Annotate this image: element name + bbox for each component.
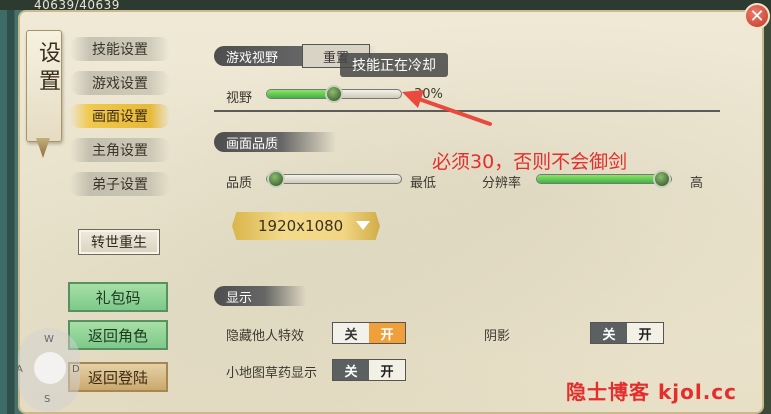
- back-to-login-button[interactable]: 返回登陆: [68, 362, 168, 392]
- resolution-value: 1920x1080: [258, 217, 344, 235]
- quality-slider[interactable]: [266, 170, 402, 188]
- nav-label: 弟子设置: [92, 177, 148, 193]
- joystick-key-w: W: [44, 334, 54, 345]
- toggle-off[interactable]: 关: [333, 323, 369, 343]
- cooldown-toast: 技能正在冷却: [340, 53, 448, 77]
- resolution-slider[interactable]: [536, 170, 672, 188]
- quality-slider-thumb[interactable]: [267, 170, 285, 188]
- annotation-arrow-icon: [402, 90, 492, 126]
- resolution-slider-thumb[interactable]: [653, 170, 671, 188]
- hide-effects-label: 隐藏他人特效: [226, 329, 305, 344]
- section-display: 显示: [214, 286, 306, 306]
- view-slider[interactable]: [266, 85, 402, 103]
- joystick-key-a: A: [16, 364, 23, 375]
- toggle-on[interactable]: 开: [627, 323, 663, 343]
- back-to-role-button[interactable]: 返回角色: [68, 320, 168, 350]
- resolution-dropdown[interactable]: 1920x1080: [232, 212, 380, 240]
- nav-label: 技能设置: [92, 42, 148, 58]
- section-title: 游戏视野: [226, 50, 279, 66]
- toggle-on[interactable]: 开: [369, 360, 405, 380]
- gift-code-button[interactable]: 礼包码: [68, 282, 168, 312]
- quality-min-label: 最低: [410, 176, 437, 191]
- section-quality: 画面品质: [214, 132, 336, 152]
- dropdown-arrow-icon: [356, 221, 370, 230]
- view-label: 视野: [226, 91, 253, 106]
- page-title: 设置: [35, 41, 60, 97]
- rebirth-button[interactable]: 转世重生: [78, 229, 160, 255]
- resolution-slider-fill: [537, 175, 662, 183]
- hide-effects-toggle[interactable]: 关 开: [332, 322, 406, 344]
- minimap-herb-label: 小地图草药显示: [226, 366, 318, 381]
- shadow-toggle[interactable]: 关 开: [590, 322, 664, 344]
- joystick-knob[interactable]: [34, 352, 66, 384]
- watermark: 隐士博客 kjol.cc: [566, 380, 738, 404]
- nav-item-skill-settings[interactable]: 技能设置: [70, 37, 170, 61]
- annotation-text: 必须30，否则不会御剑: [432, 151, 628, 173]
- quality-label: 品质: [226, 176, 253, 191]
- toggle-on[interactable]: 开: [369, 323, 405, 343]
- close-button[interactable]: ✕: [744, 3, 770, 29]
- shadow-label: 阴影: [484, 329, 511, 344]
- close-icon[interactable]: ✕: [749, 6, 764, 27]
- joystick-key-d: D: [72, 364, 80, 375]
- nav-item-game-settings[interactable]: 游戏设置: [70, 71, 170, 95]
- joystick-key-s: S: [44, 394, 51, 405]
- resolution-max-label: 高: [690, 176, 704, 191]
- toggle-off[interactable]: 关: [591, 323, 627, 343]
- toggle-off[interactable]: 关: [333, 360, 369, 380]
- view-slider-thumb[interactable]: [325, 85, 343, 103]
- nav-item-display-settings[interactable]: 画面设置: [70, 104, 170, 128]
- title-scroll: 设置: [26, 30, 62, 142]
- nav-item-hero-settings[interactable]: 主角设置: [70, 138, 170, 162]
- minimap-herb-toggle[interactable]: 关 开: [332, 359, 406, 381]
- nav-label: 画面设置: [92, 109, 148, 125]
- virtual-joystick[interactable]: W A D S: [16, 328, 80, 414]
- nav-label: 游戏设置: [92, 76, 148, 92]
- section-title: 显示: [226, 290, 253, 306]
- nav-label: 主角设置: [92, 143, 148, 159]
- section-title: 画面品质: [226, 136, 279, 152]
- resolution-label: 分辨率: [482, 176, 522, 191]
- nav-item-disciple-settings[interactable]: 弟子设置: [70, 172, 170, 196]
- view-slider-fill: [267, 90, 334, 98]
